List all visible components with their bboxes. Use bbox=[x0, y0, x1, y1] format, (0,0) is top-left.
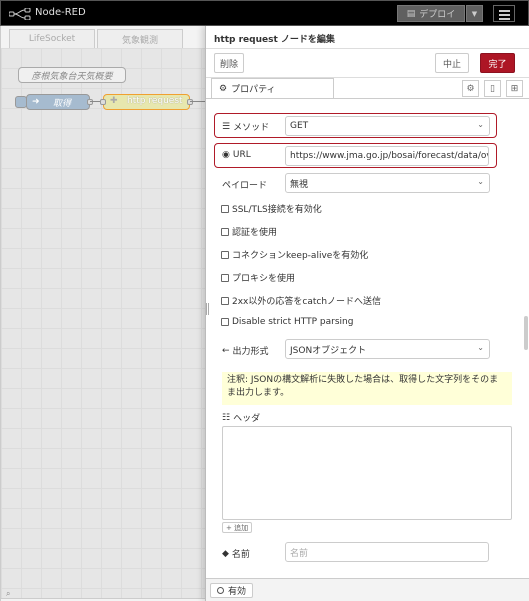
done-button[interactable]: 完了 bbox=[480, 53, 515, 73]
delete-button[interactable]: 削除 bbox=[214, 53, 244, 73]
catch-errors-label: 2xx以外の応答をcatchノードへ送信 bbox=[232, 297, 382, 307]
flow-canvas[interactable]: 彦根気象台天気概要 ➜ 取得 ✚ http request bbox=[1, 48, 205, 598]
checkbox-row-auth[interactable]: 認証を使用 bbox=[221, 225, 277, 238]
return-select[interactable]: JSONオブジェクト ⌄ bbox=[285, 339, 490, 359]
edit-tray: http request ノードを編集 削除 中止 完了 ⚙ プロパティ ⚙ ▯… bbox=[205, 26, 529, 601]
tab-properties[interactable]: ⚙ プロパティ bbox=[211, 78, 334, 99]
http-output-port[interactable] bbox=[187, 99, 193, 105]
tab-lifesocket[interactable]: LifeSocket bbox=[9, 29, 95, 48]
divider bbox=[206, 98, 529, 99]
catch-errors-checkbox[interactable] bbox=[221, 296, 229, 305]
deploy-icon: ▤ bbox=[406, 8, 416, 19]
divider bbox=[206, 48, 529, 49]
arrow-left-icon: ← bbox=[222, 345, 230, 356]
return-label: 出力形式 bbox=[232, 347, 269, 357]
chevron-down-icon: ⌄ bbox=[477, 343, 484, 352]
enable-toggle-button[interactable]: 有効 bbox=[210, 583, 254, 598]
return-row-label: ← 出力形式 bbox=[222, 344, 269, 358]
auth-label: 認証を使用 bbox=[232, 228, 278, 238]
return-value: JSONオブジェクト bbox=[290, 345, 367, 356]
globe-icon: ✚ bbox=[110, 96, 118, 106]
node-red-logo-icon bbox=[9, 8, 31, 20]
search-icon[interactable]: ⌕ bbox=[6, 589, 10, 599]
payload-label: ペイロード bbox=[222, 181, 268, 191]
enabled-label: 有効 bbox=[228, 587, 247, 597]
strict-parsing-checkbox[interactable] bbox=[221, 318, 229, 326]
method-value: GET bbox=[290, 121, 309, 131]
chevron-down-icon: ⌄ bbox=[477, 120, 484, 129]
tray-title: http request ノードを編集 bbox=[214, 35, 335, 45]
inject-node-label: 取得 bbox=[53, 99, 72, 109]
description-tab-icon[interactable]: ▯ bbox=[484, 80, 501, 97]
comment-node[interactable]: 彦根気象台天気概要 bbox=[18, 67, 126, 83]
app-title: Node-RED bbox=[35, 7, 86, 18]
appearance-tab-icon[interactable]: ⊞ bbox=[506, 80, 523, 97]
menu-icon-bar bbox=[499, 14, 510, 16]
strict-parsing-label: Disable strict HTTP parsing bbox=[232, 317, 354, 327]
keepalive-checkbox[interactable] bbox=[221, 250, 229, 259]
payload-value: 無視 bbox=[290, 179, 309, 190]
url-input[interactable]: https://www.jma.go.jp/bosai/forecast/dat… bbox=[285, 146, 489, 166]
name-label: 名前 bbox=[231, 550, 250, 560]
tray-footer: 有効 bbox=[206, 578, 529, 601]
settings-tab-icon[interactable]: ⚙ bbox=[462, 80, 479, 97]
headers-row-label: ☷ ヘッダ bbox=[222, 411, 261, 425]
checkbox-row-tls[interactable]: SSL/TLS接続を有効化 bbox=[221, 202, 322, 215]
tab-weather[interactable]: 気象観測 bbox=[97, 29, 183, 48]
auth-checkbox[interactable] bbox=[221, 227, 229, 236]
cancel-button[interactable]: 中止 bbox=[435, 53, 469, 73]
menu-icon bbox=[499, 10, 510, 12]
main-menu-button[interactable] bbox=[493, 5, 515, 22]
globe-icon: ◉ bbox=[222, 150, 230, 160]
proxy-checkbox[interactable] bbox=[221, 273, 229, 282]
vertical-scrollbar[interactable] bbox=[524, 316, 528, 350]
method-row-label: ☰ メソッド bbox=[222, 120, 270, 134]
deploy-button[interactable]: ▤ デプロイ bbox=[397, 5, 465, 22]
checkbox-row-proxy[interactable]: プロキシを使用 bbox=[221, 271, 295, 284]
url-row-label: ◉ URL bbox=[222, 150, 251, 160]
tab-properties-label: プロパティ bbox=[231, 85, 276, 95]
gear-icon: ⚙ bbox=[219, 83, 228, 94]
method-select[interactable]: GET ⌄ bbox=[285, 116, 490, 136]
http-input-port[interactable] bbox=[100, 99, 106, 105]
deploy-label: デプロイ bbox=[419, 10, 456, 20]
inject-output-port[interactable] bbox=[87, 99, 93, 105]
checkbox-row-keepalive[interactable]: コネクションkeep-aliveを有効化 bbox=[221, 248, 368, 261]
deploy-dropdown-button[interactable]: ▼ bbox=[466, 5, 483, 22]
list-icon: ☷ bbox=[222, 412, 231, 423]
checkbox-row-catch[interactable]: 2xx以外の応答をcatchノードへ送信 bbox=[221, 294, 381, 307]
name-row-label: ◆ 名前 bbox=[222, 547, 250, 561]
chevron-down-icon: ⌄ bbox=[477, 177, 484, 186]
menu-icon-bar bbox=[499, 18, 510, 20]
add-header-button[interactable]: + 追加 bbox=[222, 522, 253, 533]
method-label: メソッド bbox=[233, 123, 270, 133]
name-input[interactable]: 名前 bbox=[285, 542, 489, 562]
app-header: Node-RED ▤ デプロイ ▼ bbox=[0, 0, 529, 26]
keepalive-label: コネクションkeep-aliveを有効化 bbox=[232, 251, 369, 261]
tls-label: SSL/TLS接続を有効化 bbox=[232, 205, 322, 215]
payload-select[interactable]: 無視 ⌄ bbox=[285, 173, 490, 193]
workspace: LifeSocket 気象観測 彦根気象台天気概要 ➜ 取得 ✚ http re… bbox=[0, 26, 205, 601]
url-label: URL bbox=[232, 150, 251, 160]
headers-list[interactable] bbox=[222, 426, 512, 520]
proxy-label: プロキシを使用 bbox=[232, 274, 296, 284]
checkbox-row-strict[interactable]: Disable strict HTTP parsing bbox=[221, 317, 353, 327]
tray-resize-handle[interactable] bbox=[206, 303, 209, 315]
json-note: 注釈: JSONの構文解析に失敗した場合は、取得した文字列をそのまま出力します。 bbox=[222, 372, 512, 405]
headers-label: ヘッダ bbox=[233, 414, 261, 424]
tls-checkbox[interactable] bbox=[221, 204, 229, 213]
tag-icon: ◆ bbox=[222, 548, 229, 559]
tasks-icon: ☰ bbox=[222, 121, 231, 132]
circle-icon bbox=[217, 587, 224, 594]
wire[interactable] bbox=[190, 101, 205, 102]
flow-tabs: LifeSocket 気象観測 bbox=[1, 26, 205, 49]
http-node-label: http request bbox=[127, 96, 183, 106]
arrow-right-icon: ➜ bbox=[32, 97, 40, 107]
